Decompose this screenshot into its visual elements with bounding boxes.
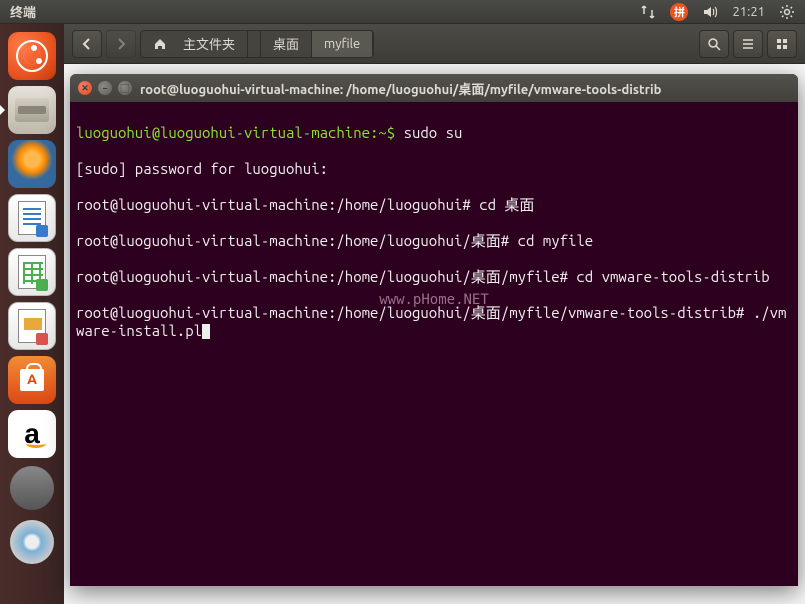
libreoffice-writer-launcher[interactable] <box>8 194 56 242</box>
prompt-root: root@luoguohui-virtual-machine:/home/luo… <box>76 196 479 213</box>
terminal-title: root@luoguohui-virtual-machine: /home/lu… <box>140 79 661 98</box>
terminal-body[interactable]: luoguohui@luoguohui-virtual-machine:~$ s… <box>70 102 798 586</box>
unity-launcher: a <box>0 24 64 604</box>
view-grid-button[interactable] <box>767 30 797 58</box>
forward-button[interactable] <box>106 30 136 58</box>
path-breadcrumb: 主文件夹 桌面 myfile <box>140 30 374 58</box>
watermark-text: www.pHome.NET <box>379 292 489 309</box>
cmd-text: cd myfile <box>518 232 594 249</box>
files-launcher[interactable] <box>8 86 56 134</box>
firefox-launcher[interactable] <box>8 140 56 188</box>
indicator-area: 拼 21:21 <box>640 3 805 21</box>
home-icon <box>153 37 167 51</box>
breadcrumb-myfile[interactable]: myfile <box>312 31 373 57</box>
close-button[interactable]: ✕ <box>78 81 92 95</box>
cmd-text: cd 桌面 <box>479 196 534 213</box>
window-controls: ✕ − ▢ <box>78 81 132 95</box>
top-panel: 终端 拼 21:21 <box>0 0 805 24</box>
clock[interactable]: 21:21 <box>732 5 765 19</box>
view-list-button[interactable] <box>733 30 763 58</box>
input-method-icon[interactable]: 拼 <box>670 3 688 21</box>
prompt-root: root@luoguohui-virtual-machine:/home/luo… <box>76 232 518 249</box>
active-app-title: 终端 <box>0 2 46 21</box>
sound-icon[interactable] <box>702 4 718 20</box>
cmd-text: cd vmware-tools-distrib <box>576 268 769 285</box>
gear-icon[interactable] <box>779 4 795 20</box>
breadcrumb-home[interactable]: 主文件夹 <box>141 31 261 57</box>
prompt-root: root@luoguohui-virtual-machine:/home/luo… <box>76 268 576 285</box>
file-manager-toolbar: 主文件夹 桌面 myfile <box>64 24 805 64</box>
terminal-window: ✕ − ▢ root@luoguohui-virtual-machine: /h… <box>70 74 798 586</box>
libreoffice-calc-launcher[interactable] <box>8 248 56 296</box>
maximize-button[interactable]: ▢ <box>118 81 132 95</box>
back-button[interactable] <box>72 30 102 58</box>
amazon-launcher[interactable]: a <box>8 410 56 458</box>
search-button[interactable] <box>699 30 729 58</box>
minimize-button[interactable]: − <box>98 81 112 95</box>
cursor-icon <box>202 324 210 339</box>
network-icon[interactable] <box>640 4 656 20</box>
output-line: [sudo] password for luoguohui: <box>76 160 792 178</box>
disc-launcher[interactable] <box>8 518 56 566</box>
breadcrumb-desktop[interactable]: 桌面 <box>261 31 312 57</box>
prompt-user: luoguohui@luoguohui-virtual-machine:~$ <box>76 124 404 141</box>
system-settings-launcher[interactable] <box>8 464 56 512</box>
ubuntu-software-launcher[interactable] <box>8 356 56 404</box>
terminal-titlebar[interactable]: ✕ − ▢ root@luoguohui-virtual-machine: /h… <box>70 74 798 102</box>
cmd-text: sudo su <box>404 124 463 141</box>
libreoffice-impress-launcher[interactable] <box>8 302 56 350</box>
dash-button[interactable] <box>8 32 56 80</box>
